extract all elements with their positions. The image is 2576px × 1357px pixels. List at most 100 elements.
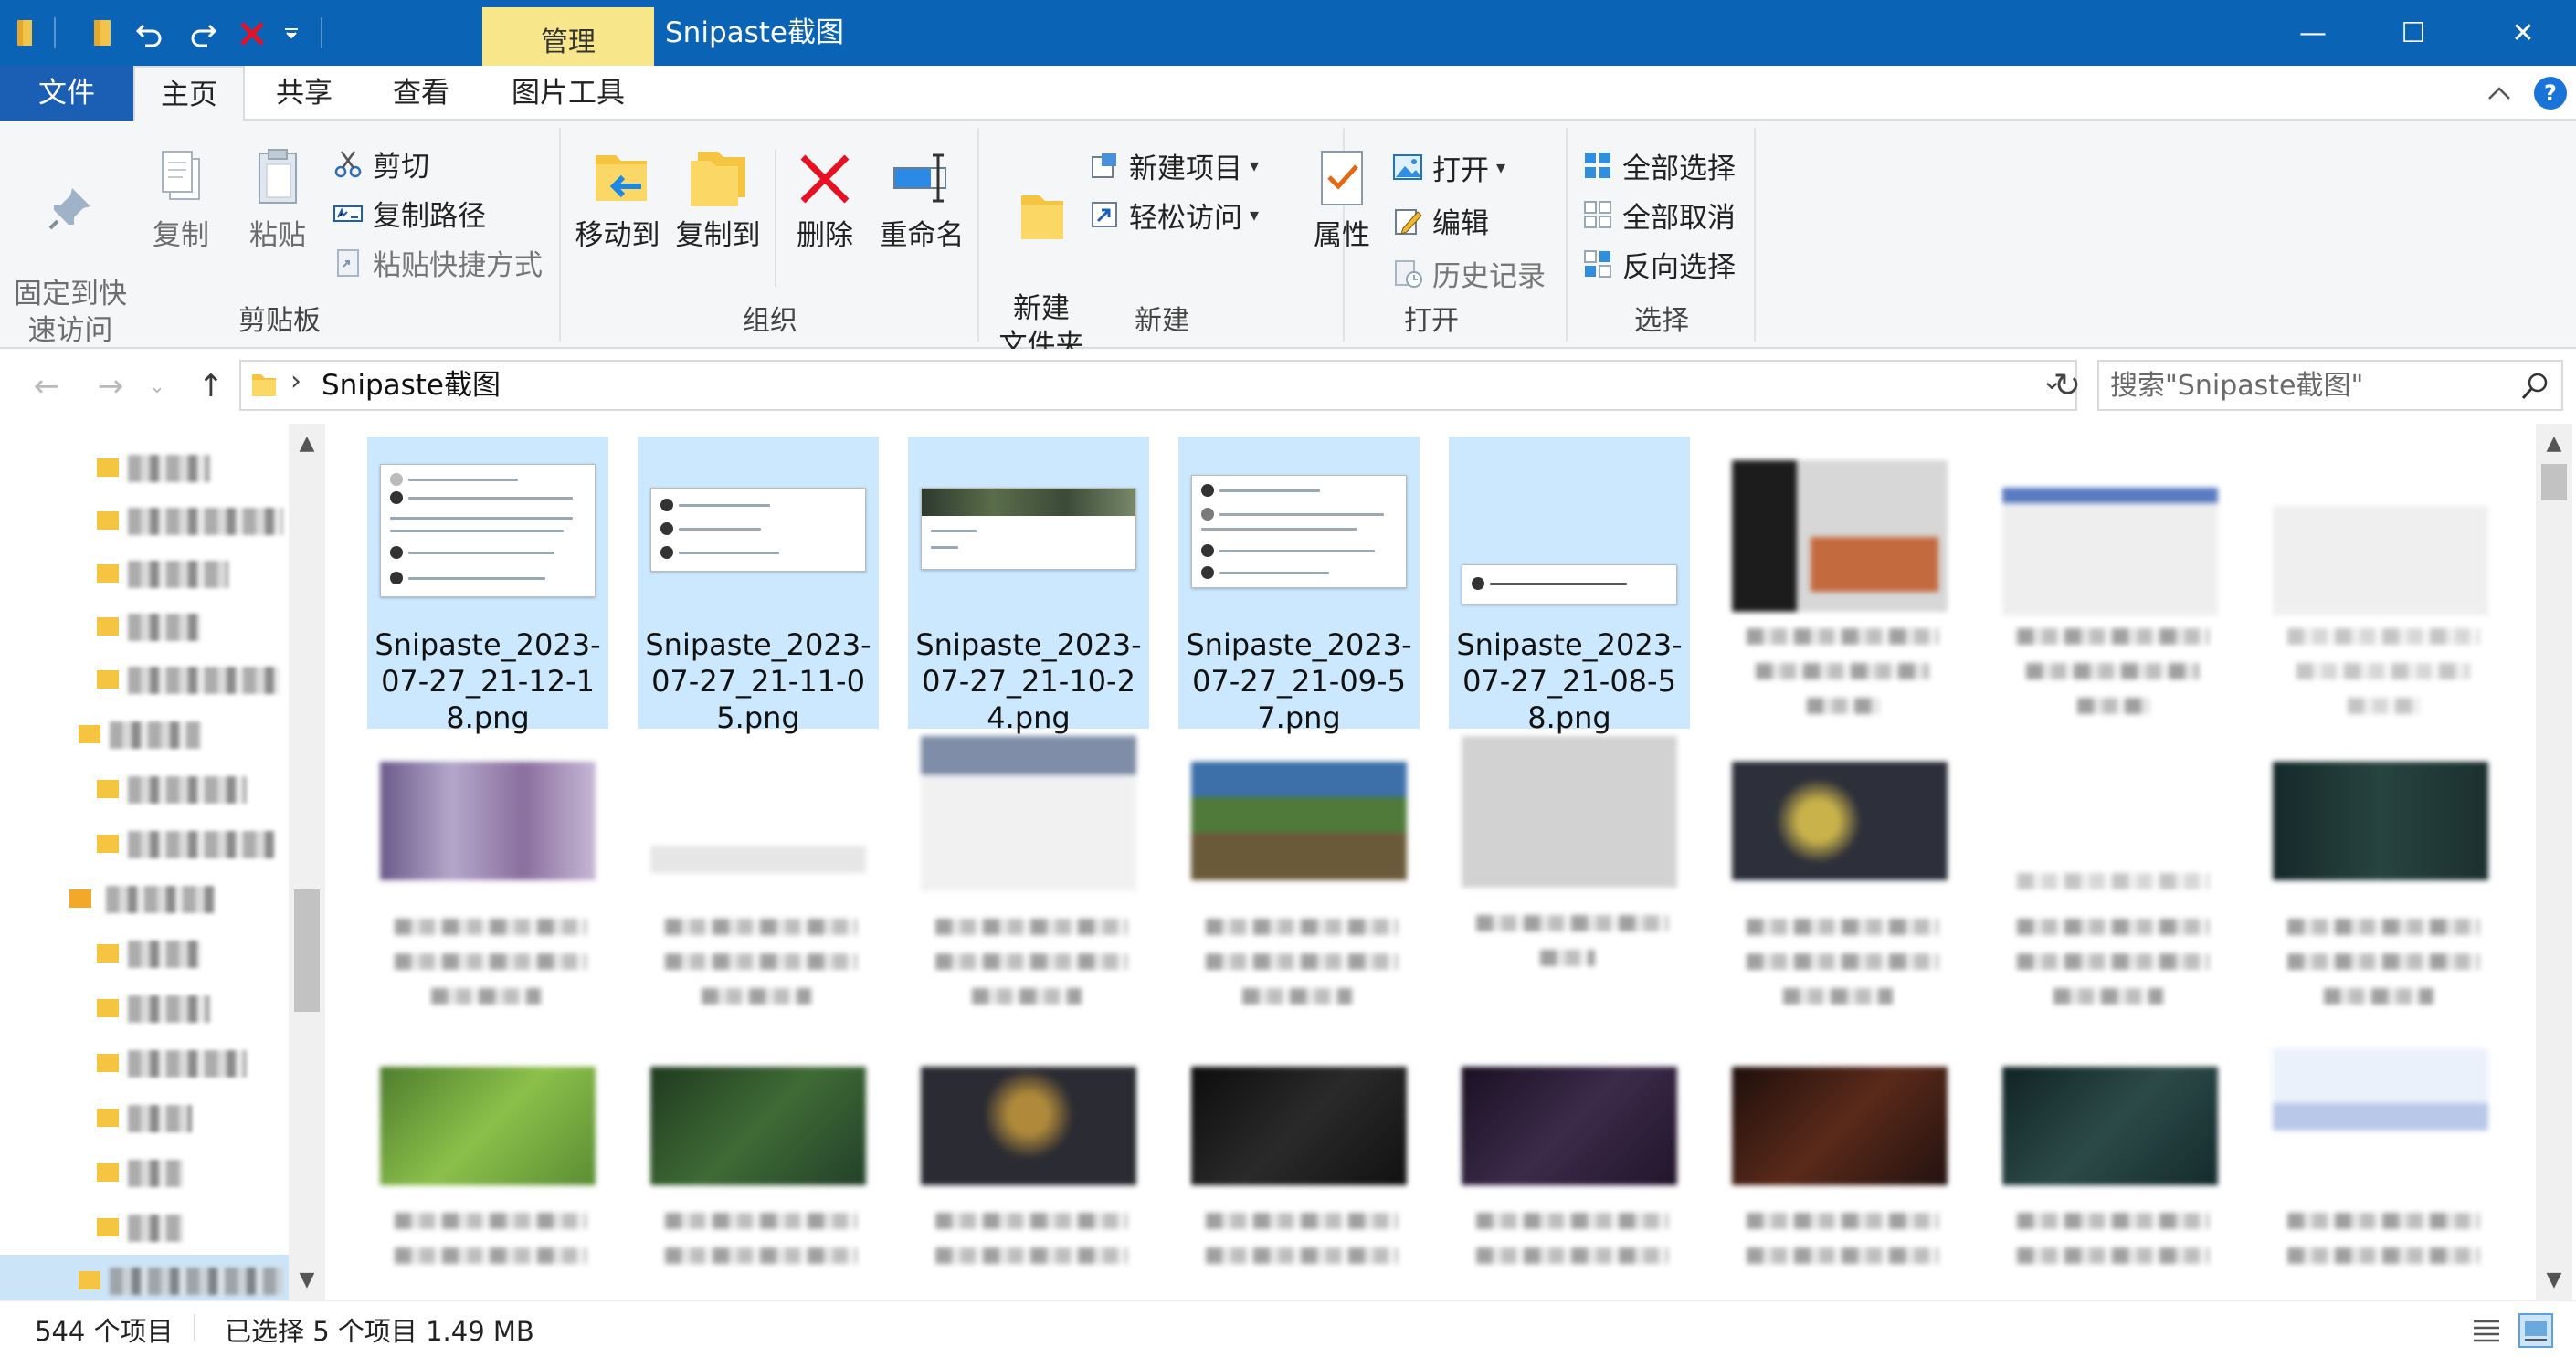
scrollbar-thumb[interactable] bbox=[294, 889, 320, 1012]
history-icon bbox=[1395, 260, 1422, 288]
back-arrow-icon[interactable]: ← bbox=[26, 365, 68, 407]
easy-access-button[interactable]: 轻松访问 ▾ bbox=[1089, 192, 1259, 237]
file-tile[interactable] bbox=[1178, 736, 1420, 1028]
breadcrumb-chevron-icon[interactable]: › bbox=[290, 365, 301, 397]
collapse-ribbon-icon[interactable] bbox=[2481, 77, 2518, 110]
redo-icon[interactable] bbox=[185, 13, 221, 53]
scroll-up-arrow-icon[interactable]: ▲ bbox=[289, 426, 325, 462]
file-tile-selected[interactable]: Snipaste_2023-07-27_21-11-05.png bbox=[638, 437, 879, 735]
file-tile-selected[interactable]: Snipaste_2023-07-27_21-08-58.png bbox=[1449, 437, 1690, 735]
copy-path-button[interactable]: 复制路径 bbox=[333, 190, 486, 236]
file-tile-selected[interactable]: Snipaste_2023-07-27_21-10-24.png bbox=[908, 437, 1149, 735]
selection-summary: 已选择 5 个项目 1.49 MB bbox=[225, 1316, 534, 1347]
properties-quick-icon[interactable] bbox=[84, 13, 121, 53]
tab-home[interactable]: 主页 bbox=[133, 66, 245, 122]
close-button[interactable]: ✕ bbox=[2479, 0, 2567, 66]
minimize-button[interactable]: — bbox=[2269, 0, 2357, 66]
new-item-button[interactable]: 新建项目 ▾ bbox=[1089, 142, 1259, 188]
file-tile[interactable] bbox=[638, 1030, 879, 1300]
nav-folder-item-current[interactable] bbox=[0, 1255, 290, 1306]
tab-view[interactable]: 查看 bbox=[369, 66, 473, 121]
nav-folder-item[interactable] bbox=[0, 873, 290, 924]
file-tile[interactable] bbox=[638, 736, 879, 1028]
nav-scrollbar[interactable]: ▲ ▼ bbox=[289, 424, 325, 1300]
nav-folder-item[interactable] bbox=[0, 654, 290, 705]
nav-folder-item[interactable] bbox=[0, 442, 290, 493]
cut-button[interactable]: 剪切 bbox=[333, 141, 429, 186]
file-tile[interactable] bbox=[1990, 736, 2231, 1028]
select-all-icon bbox=[1585, 153, 1610, 178]
recent-locations-chevron-icon[interactable]: ⌄ bbox=[144, 365, 170, 407]
file-tile[interactable] bbox=[2260, 1030, 2501, 1300]
nav-folder-item[interactable] bbox=[0, 1092, 290, 1143]
file-tile[interactable] bbox=[2260, 437, 2501, 729]
select-none-button[interactable]: 全部取消 bbox=[1582, 192, 1736, 237]
folder-icon bbox=[97, 1109, 119, 1127]
customize-toolbar-chevron-icon[interactable] bbox=[278, 13, 305, 53]
file-tile[interactable] bbox=[2260, 736, 2501, 1028]
properties-button[interactable]: 属性 bbox=[1299, 146, 1385, 254]
file-tile[interactable] bbox=[1449, 736, 1690, 1028]
scroll-down-arrow-icon[interactable]: ▼ bbox=[2536, 1262, 2572, 1299]
search-box[interactable] bbox=[2097, 360, 2563, 411]
nav-folder-item[interactable] bbox=[0, 763, 290, 815]
nav-folder-item[interactable] bbox=[0, 1037, 290, 1089]
nav-folder-item[interactable] bbox=[0, 709, 290, 760]
paste-button[interactable]: 粘贴 bbox=[236, 146, 320, 254]
file-tile[interactable] bbox=[1178, 1030, 1420, 1300]
nav-folder-item[interactable] bbox=[0, 1147, 290, 1198]
file-tile[interactable] bbox=[367, 736, 608, 1028]
open-button[interactable]: 打开 ▾ bbox=[1392, 144, 1505, 190]
file-tile[interactable] bbox=[367, 1030, 608, 1300]
nav-folder-item[interactable] bbox=[0, 983, 290, 1034]
scroll-up-arrow-icon[interactable]: ▲ bbox=[2536, 426, 2572, 462]
tab-file[interactable]: 文件 bbox=[0, 66, 133, 121]
nav-folder-item[interactable] bbox=[0, 495, 290, 546]
refresh-icon[interactable]: ↻ bbox=[2046, 365, 2088, 407]
history-button[interactable]: 历史记录 bbox=[1392, 250, 1546, 296]
file-tile[interactable] bbox=[908, 736, 1149, 1028]
file-tile-selected[interactable]: Snipaste_2023-07-27_21-09-57.png bbox=[1178, 437, 1420, 735]
undo-icon[interactable] bbox=[132, 13, 168, 53]
tab-share[interactable]: 共享 bbox=[252, 66, 356, 121]
delete-button[interactable]: 删除 bbox=[782, 146, 868, 254]
copy-to-button[interactable]: 复制到 bbox=[669, 146, 767, 254]
large-icons-view-icon[interactable] bbox=[2518, 1312, 2554, 1349]
help-icon[interactable]: ? bbox=[2532, 77, 2569, 110]
address-bar[interactable]: › Snipaste截图 ⌄ bbox=[239, 360, 2077, 411]
delete-quick-icon[interactable] bbox=[234, 13, 270, 53]
move-to-button[interactable]: 移动到 bbox=[572, 146, 670, 257]
nav-folder-item[interactable] bbox=[0, 928, 290, 979]
breadcrumb-current[interactable]: Snipaste截图 bbox=[322, 362, 501, 409]
nav-folder-item[interactable] bbox=[0, 548, 290, 599]
forward-arrow-icon[interactable]: → bbox=[90, 365, 132, 407]
nav-folder-item[interactable] bbox=[0, 1202, 290, 1253]
tab-picture-tools[interactable]: 图片工具 bbox=[482, 66, 654, 121]
file-tile[interactable] bbox=[1719, 736, 1960, 1028]
file-tile[interactable] bbox=[1990, 1030, 2231, 1300]
select-all-button[interactable]: 全部选择 bbox=[1582, 142, 1736, 188]
copy-button[interactable]: 复制 bbox=[139, 146, 223, 254]
search-icon[interactable] bbox=[2519, 371, 2550, 402]
rename-button[interactable]: 重命名 bbox=[871, 146, 972, 254]
content-scrollbar[interactable]: ▲ ▼ bbox=[2536, 424, 2572, 1300]
file-tile[interactable] bbox=[1990, 437, 2231, 729]
file-tile[interactable] bbox=[1719, 437, 1960, 729]
file-tile-selected[interactable]: Snipaste_2023-07-27_21-12-18.png bbox=[367, 437, 608, 735]
maximize-button[interactable]: ☐ bbox=[2370, 0, 2457, 66]
file-name bbox=[665, 1213, 857, 1229]
manage-context-tab[interactable]: 管理 bbox=[482, 7, 654, 66]
scroll-down-arrow-icon[interactable]: ▼ bbox=[289, 1262, 325, 1299]
invert-selection-button[interactable]: 反向选择 bbox=[1582, 241, 1736, 287]
file-tile[interactable] bbox=[908, 1030, 1149, 1300]
search-input[interactable] bbox=[2110, 362, 2503, 409]
up-arrow-icon[interactable]: ↑ bbox=[190, 365, 232, 407]
scrollbar-thumb[interactable] bbox=[2541, 464, 2567, 500]
paste-shortcut-button[interactable]: 粘贴快捷方式 bbox=[333, 239, 543, 285]
details-view-icon[interactable] bbox=[2468, 1312, 2505, 1349]
edit-button[interactable]: 编辑 bbox=[1392, 197, 1489, 243]
nav-folder-item[interactable] bbox=[0, 601, 290, 652]
nav-folder-item[interactable] bbox=[0, 818, 290, 869]
file-tile[interactable] bbox=[1719, 1030, 1960, 1300]
file-tile[interactable] bbox=[1449, 1030, 1690, 1300]
